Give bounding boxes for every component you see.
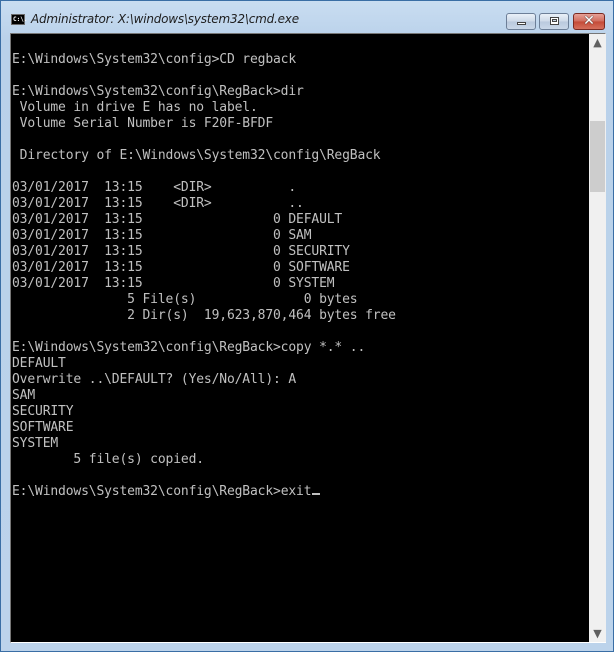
console-line: 03/01/2017 13:15 0 SOFTWARE <box>12 260 350 275</box>
vertical-scrollbar[interactable]: ▲ ▼ <box>589 34 606 642</box>
text-cursor <box>312 493 321 495</box>
console-line: SOFTWARE <box>12 420 74 435</box>
minimize-button[interactable] <box>506 13 536 30</box>
close-button[interactable]: ✕ <box>573 13 605 30</box>
scroll-thumb[interactable] <box>590 121 605 193</box>
console-line: 03/01/2017 13:15 0 SECURITY <box>12 244 350 259</box>
chevron-up-icon: ▲ <box>593 36 602 49</box>
console-line: Directory of E:\Windows\System32\config\… <box>12 148 381 163</box>
console-line: DEFAULT <box>12 356 66 371</box>
console-line: 5 file(s) copied. <box>12 452 204 467</box>
console-lines: E:\Windows\System32\config>CD regback E:\… <box>12 52 396 500</box>
cmd-window: C:\. Administrator: X:\windows\system32\… <box>0 0 614 652</box>
console-line: E:\Windows\System32\config\RegBack>copy … <box>12 340 366 355</box>
console-line: Overwrite ..\DEFAULT? (Yes/No/All): A <box>12 372 297 387</box>
console-line: 03/01/2017 13:15 0 SYSTEM <box>12 276 335 291</box>
console-line: Volume in drive E has no label. <box>12 100 258 115</box>
console-prompt-line[interactable]: E:\Windows\System32\config\RegBack>exit <box>12 484 396 500</box>
console-line: 03/01/2017 13:15 <DIR> .. <box>12 196 304 211</box>
scroll-down-button[interactable]: ▼ <box>589 625 606 642</box>
title-bar[interactable]: C:\. Administrator: X:\windows\system32\… <box>1 1 613 33</box>
console-client-area: E:\Windows\System32\config>CD regback E:\… <box>10 33 606 643</box>
scroll-up-button[interactable]: ▲ <box>589 34 606 51</box>
maximize-icon <box>550 17 559 25</box>
console-line: E:\Windows\System32\config>CD regback <box>12 52 297 67</box>
console-output[interactable]: E:\Windows\System32\config>CD regback E:\… <box>11 34 589 642</box>
console-line: 2 Dir(s) 19,623,870,464 bytes free <box>12 308 396 323</box>
console-line: SECURITY <box>12 404 74 419</box>
console-line: 03/01/2017 13:15 0 DEFAULT <box>12 212 343 227</box>
console-line: SYSTEM <box>12 436 59 451</box>
console-line: Volume Serial Number is F20F-BFDF <box>12 116 274 131</box>
console-input[interactable]: exit <box>281 484 312 499</box>
console-line: SAM <box>12 388 36 403</box>
console-line: 03/01/2017 13:15 <DIR> . <box>12 180 297 195</box>
console-line: E:\Windows\System32\config\RegBack>dir <box>12 84 304 99</box>
chevron-down-icon: ▼ <box>593 627 602 640</box>
console-prompt: E:\Windows\System32\config\RegBack> <box>12 484 281 499</box>
close-icon: ✕ <box>583 13 595 29</box>
console-line: 5 File(s) 0 bytes <box>12 292 358 307</box>
maximize-button[interactable] <box>539 13 569 30</box>
minimize-icon <box>517 22 526 25</box>
cmd-icon[interactable]: C:\. <box>11 14 28 25</box>
window-title: Administrator: X:\windows\system32\cmd.e… <box>31 12 299 26</box>
console-line: 03/01/2017 13:15 0 SAM <box>12 228 312 243</box>
cmd-icon-text: C:\. <box>13 16 28 23</box>
